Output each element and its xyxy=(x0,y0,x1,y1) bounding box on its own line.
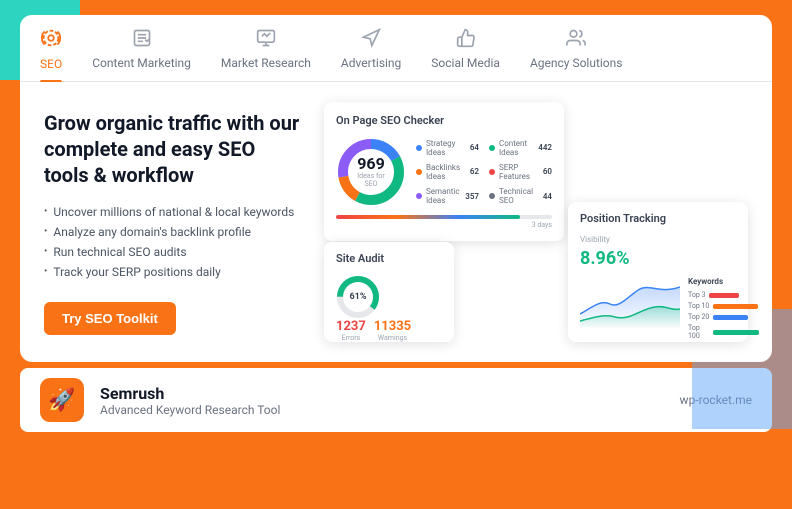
tab-advertising-label: Advertising xyxy=(341,56,401,70)
seo-legend: Strategy Ideas 64 Content Ideas 442 Back… xyxy=(416,137,552,207)
legend-dot-semantic xyxy=(416,193,422,199)
kw-row-top10: Top 10 xyxy=(688,302,759,310)
kw-label-top10: Top 10 xyxy=(688,302,709,310)
legend-strategy: Strategy Ideas 64 xyxy=(416,137,479,158)
nav-tabs: SEO Content Marketing Ma xyxy=(20,15,772,82)
kw-bar-top100 xyxy=(713,330,759,335)
kw-bar-top3 xyxy=(709,293,739,298)
progress-label: 3 days xyxy=(336,221,552,229)
legend-dot-technical xyxy=(489,193,495,199)
gauge-chart: 61% xyxy=(336,275,380,319)
footer-bar: 🚀 Semrush Advanced Keyword Research Tool… xyxy=(20,368,772,432)
tab-seo-label: SEO xyxy=(40,57,62,71)
position-tracking-card: Position Tracking Visibility 8.96% xyxy=(568,202,748,342)
kw-row-top100: Top 100 xyxy=(688,324,759,340)
legend-backlinks: Backlinks Ideas 62 xyxy=(416,161,479,182)
feature-1: Uncover millions of national & local key… xyxy=(44,202,304,222)
warning-count: 11335 xyxy=(374,319,411,334)
agency-icon xyxy=(566,28,586,52)
legend-dot-backlinks xyxy=(416,169,422,175)
footer-text: Semrush Advanced Keyword Research Tool xyxy=(100,384,664,417)
tab-seo[interactable]: SEO xyxy=(40,27,62,81)
legend-dot-serp xyxy=(489,169,495,175)
advertising-icon xyxy=(361,28,381,52)
left-content: Grow organic traffic with our complete a… xyxy=(44,102,304,342)
footer-subtitle: Advanced Keyword Research Tool xyxy=(100,403,664,417)
site-audit-gauge: 61% xyxy=(336,275,442,319)
gauge-percent: 61% xyxy=(350,292,367,302)
site-audit-card: Site Audit 61% 1237 Er xyxy=(324,242,454,342)
legend-dot-strategy xyxy=(416,145,422,151)
seo-icon xyxy=(40,27,62,53)
legend-technical: Technical SEO 44 xyxy=(489,186,552,207)
headline: Grow organic traffic with our complete a… xyxy=(44,110,304,188)
sparkline-chart xyxy=(580,279,680,329)
page-wrapper: SEO Content Marketing Ma xyxy=(0,0,792,509)
visibility-percent: 8.96% xyxy=(580,248,736,269)
feature-2: Analyze any domain's backlink profile xyxy=(44,222,304,242)
donut-number: 969 xyxy=(357,156,385,172)
tab-agency[interactable]: Agency Solutions xyxy=(530,28,623,80)
kw-row-top3: Top 3 xyxy=(688,291,759,299)
tab-social[interactable]: Social Media xyxy=(431,28,500,80)
progress-bar-fill xyxy=(336,215,520,219)
donut-chart: 969 Ideas forSEO xyxy=(336,137,406,207)
semrush-logo-icon: 🚀 xyxy=(48,388,75,413)
right-content: On Page SEO Checker xyxy=(324,102,748,342)
feature-4: Track your SERP positions daily xyxy=(44,262,304,282)
footer-brand: Semrush xyxy=(100,384,664,403)
position-tracking-title: Position Tracking xyxy=(580,212,736,225)
legend-content: Content Ideas 442 xyxy=(489,137,552,158)
progress-bar xyxy=(336,215,552,219)
warning-label: Warnings xyxy=(374,334,411,342)
stat-warnings: 11335 Warnings xyxy=(374,319,411,342)
kw-label-top100: Top 100 xyxy=(688,324,709,340)
kw-bar-top10 xyxy=(713,304,758,309)
chart-keywords-wrapper: Keywords Top 3 Top 10 Top 20 xyxy=(580,273,736,340)
tab-agency-label: Agency Solutions xyxy=(530,56,623,70)
feature-3: Run technical SEO audits xyxy=(44,242,304,262)
seo-checker-title: On Page SEO Checker xyxy=(336,114,552,127)
audit-stats: 1237 Errors 11335 Warnings xyxy=(336,319,442,342)
tab-advertising[interactable]: Advertising xyxy=(341,28,401,80)
cta-button[interactable]: Try SEO Toolkit xyxy=(44,302,176,335)
donut-center: 969 Ideas forSEO xyxy=(357,156,385,188)
seo-checker-content: 969 Ideas forSEO Strategy Ideas 64 xyxy=(336,137,552,207)
donut-label: Ideas forSEO xyxy=(357,172,385,188)
kw-row-top20: Top 20 xyxy=(688,313,759,321)
error-label: Errors xyxy=(336,334,366,342)
stat-errors: 1237 Errors xyxy=(336,319,366,342)
keywords-section: Keywords Top 3 Top 10 Top 20 xyxy=(688,277,759,340)
tab-market-label: Market Research xyxy=(221,56,311,70)
keywords-label: Keywords xyxy=(688,277,759,286)
kw-label-top3: Top 3 xyxy=(688,291,705,299)
tab-content[interactable]: Content Marketing xyxy=(92,28,191,80)
features-list: Uncover millions of national & local key… xyxy=(44,202,304,282)
seo-checker-card: On Page SEO Checker xyxy=(324,102,564,241)
kw-bar-top20 xyxy=(713,315,748,320)
visibility-label: Visibility xyxy=(580,235,736,244)
site-audit-title: Site Audit xyxy=(336,252,442,265)
market-icon xyxy=(256,28,276,52)
error-count: 1237 xyxy=(336,319,366,334)
legend-dot-content xyxy=(489,145,495,151)
tab-social-label: Social Media xyxy=(431,56,500,70)
legend-serp: SERP Features 60 xyxy=(489,161,552,182)
legend-semantic: Semantic Ideas 357 xyxy=(416,186,479,207)
kw-label-top20: Top 20 xyxy=(688,313,709,321)
tab-content-label: Content Marketing xyxy=(92,56,191,70)
footer-logo: 🚀 xyxy=(40,378,84,422)
main-card: SEO Content Marketing Ma xyxy=(20,15,772,362)
content-icon xyxy=(132,28,152,52)
content-area: Grow organic traffic with our complete a… xyxy=(20,82,772,362)
social-icon xyxy=(456,28,476,52)
tab-market[interactable]: Market Research xyxy=(221,28,311,80)
